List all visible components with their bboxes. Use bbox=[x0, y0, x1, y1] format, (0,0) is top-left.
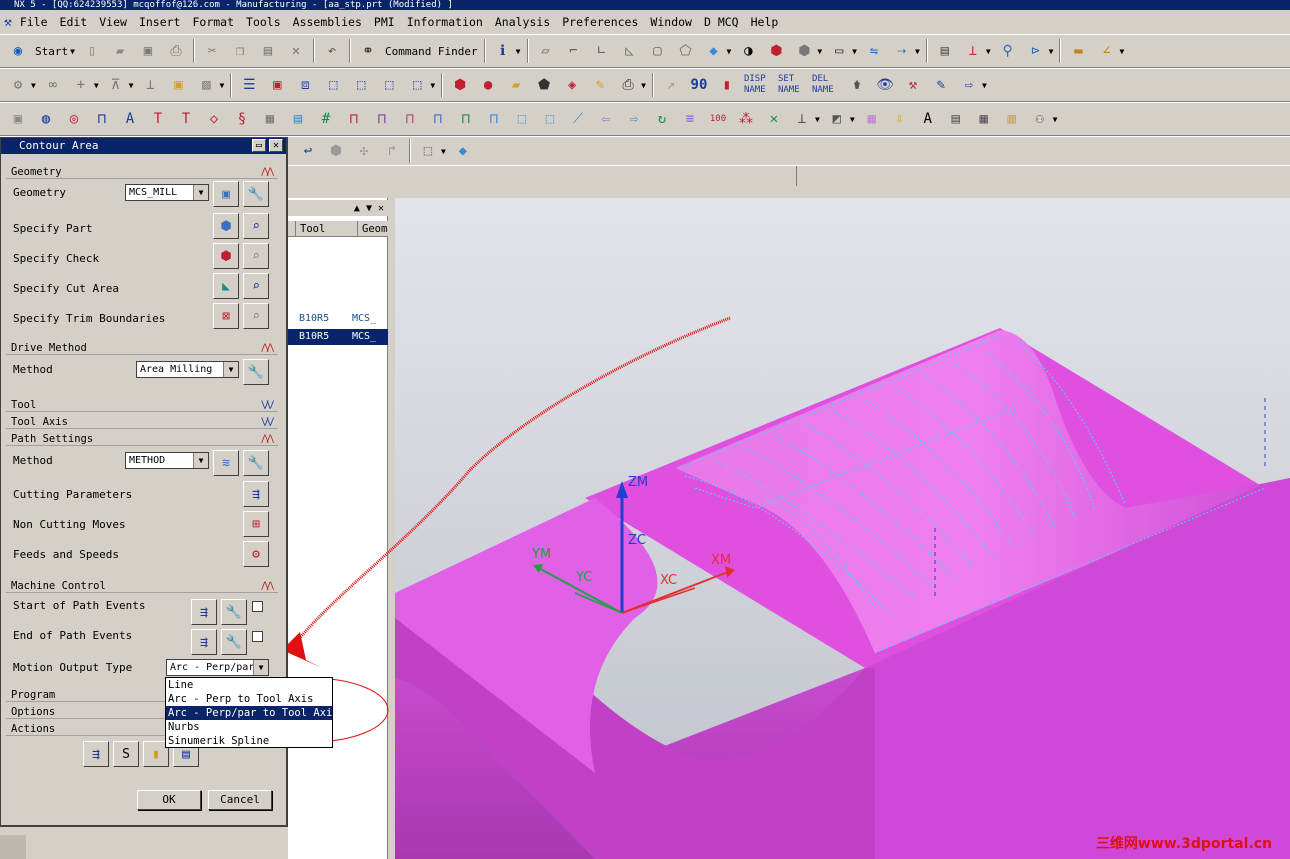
section-geometry[interactable]: Geometry ⋀⋀ bbox=[6, 165, 278, 179]
specify-cut-area-label: Specify Cut Area bbox=[13, 282, 119, 295]
specify-check-label: Specify Check bbox=[13, 252, 100, 265]
wrench-icon[interactable]: 🔧 bbox=[243, 181, 269, 207]
ok-button[interactable]: OK bbox=[137, 790, 201, 810]
wrench-icon[interactable]: 🔧 bbox=[243, 359, 269, 385]
dialog-titlebar: Contour Area ▭ ✕ bbox=[1, 138, 286, 154]
cutting-parameters-button[interactable]: ⇶ bbox=[243, 481, 269, 507]
section-drive-label: Drive Method bbox=[11, 342, 87, 354]
motion-output-label: Motion Output Type bbox=[13, 661, 133, 674]
option-sinumerik[interactable]: Sinumerik Spline bbox=[166, 734, 332, 748]
start-events-label: Start of Path Events bbox=[13, 599, 146, 612]
new-method-button[interactable]: ≋ bbox=[213, 450, 239, 476]
chevron-down-icon[interactable]: ▼ bbox=[223, 362, 238, 377]
dialog-footer bbox=[0, 827, 288, 859]
drive-method-label: Method bbox=[13, 363, 53, 376]
generate-button[interactable]: ⇶ bbox=[83, 741, 109, 767]
start-events-checkbox[interactable] bbox=[252, 601, 263, 612]
non-cutting-moves-label: Non Cutting Moves bbox=[13, 518, 126, 531]
flashlight-icon[interactable]: ⌕ bbox=[243, 303, 269, 329]
drive-method-select[interactable]: Area Milling ▼ bbox=[136, 361, 239, 378]
non-cutting-moves-button[interactable]: ⊞ bbox=[243, 511, 269, 537]
option-line[interactable]: Line bbox=[166, 678, 332, 692]
feeds-speeds-label: Feeds and Speeds bbox=[13, 548, 119, 561]
option-arc-perp-par[interactable]: Arc - Perp/par to Tool Axis bbox=[166, 706, 339, 720]
cutting-parameters-label: Cutting Parameters bbox=[13, 488, 133, 501]
chevron-down-icon[interactable]: ▼ bbox=[193, 453, 208, 468]
section-path-settings[interactable]: Path Settings ⋀⋀ bbox=[6, 432, 278, 446]
path-method-label: Method bbox=[13, 454, 53, 467]
section-drive-method[interactable]: Drive Method ⋀⋀ bbox=[6, 341, 278, 355]
section-tool-label: Tool bbox=[11, 399, 37, 411]
tabs-icon[interactable] bbox=[0, 835, 26, 859]
expand-icon[interactable]: ⋁⋁ bbox=[261, 398, 274, 412]
minimize-button[interactable]: ▭ bbox=[252, 139, 266, 152]
section-program-label: Program bbox=[11, 689, 56, 701]
section-tool-axis-label: Tool Axis bbox=[11, 416, 68, 428]
end-events-checkbox[interactable] bbox=[252, 631, 263, 642]
specify-cut-area-button[interactable]: ◣ bbox=[213, 273, 239, 299]
section-machine-control[interactable]: Machine Control ⋀⋀ bbox=[6, 579, 278, 593]
motion-output-dropdown[interactable]: Line Arc - Perp to Tool Axis Arc - Perp/… bbox=[165, 677, 339, 748]
geometry-label: Geometry bbox=[13, 186, 66, 199]
wrench-icon[interactable]: 🔧 bbox=[221, 599, 247, 625]
section-geometry-label: Geometry bbox=[11, 166, 62, 178]
section-machine-label: Machine Control bbox=[11, 580, 106, 592]
feeds-speeds-button[interactable]: ⚙ bbox=[243, 541, 269, 567]
collapse-icon[interactable]: ⋀⋀ bbox=[261, 579, 274, 593]
specify-part-button[interactable]: ⬢ bbox=[213, 213, 239, 239]
flashlight-icon[interactable]: ⌕ bbox=[243, 273, 269, 299]
replay-button[interactable]: S bbox=[113, 741, 139, 767]
option-nurbs[interactable]: Nurbs bbox=[166, 720, 332, 734]
section-path-label: Path Settings bbox=[11, 433, 94, 445]
specify-trim-button[interactable]: ⊠ bbox=[213, 303, 239, 329]
collapse-icon[interactable]: ⋀⋀ bbox=[261, 432, 274, 446]
drive-method-value: Area Milling bbox=[140, 364, 213, 375]
wrench-icon[interactable]: 🔧 bbox=[243, 450, 269, 476]
watermark: 三维网www.3dportal.cn bbox=[1095, 836, 1272, 852]
wrench-icon[interactable]: 🔧 bbox=[221, 629, 247, 655]
specify-trim-label: Specify Trim Boundaries bbox=[13, 312, 166, 325]
geometry-select[interactable]: MCS_MILL ▼ bbox=[125, 184, 209, 201]
flashlight-icon[interactable]: ⌕ bbox=[243, 213, 269, 239]
new-geometry-button[interactable]: ▣ bbox=[213, 181, 239, 207]
section-tool-axis[interactable]: Tool Axis ⋁⋁ bbox=[6, 415, 278, 429]
chevron-down-icon[interactable]: ▼ bbox=[253, 660, 268, 675]
specify-check-button[interactable]: ⬢ bbox=[213, 243, 239, 269]
motion-output-select[interactable]: Arc - Perp/par ▼ bbox=[166, 659, 269, 676]
close-button[interactable]: ✕ bbox=[269, 139, 283, 152]
flashlight-icon[interactable]: ⌕ bbox=[243, 243, 269, 269]
end-events-button[interactable]: ⇶ bbox=[191, 629, 217, 655]
path-method-select[interactable]: METHOD ▼ bbox=[125, 452, 209, 469]
path-method-value: METHOD bbox=[129, 455, 166, 466]
motion-output-value: Arc - Perp/par bbox=[170, 662, 255, 673]
collapse-icon[interactable]: ⋀⋀ bbox=[261, 341, 274, 355]
collapse-icon[interactable]: ⋀⋀ bbox=[261, 165, 274, 179]
option-arc-perp[interactable]: Arc - Perp to Tool Axis bbox=[166, 692, 332, 706]
start-events-button[interactable]: ⇶ bbox=[191, 599, 217, 625]
section-tool[interactable]: Tool ⋁⋁ bbox=[6, 398, 278, 412]
section-options-label: Options bbox=[11, 706, 56, 718]
chevron-down-icon[interactable]: ▼ bbox=[193, 185, 208, 200]
geometry-select-value: MCS_MILL bbox=[129, 187, 178, 198]
end-events-label: End of Path Events bbox=[13, 629, 133, 642]
cancel-button[interactable]: Cancel bbox=[208, 790, 272, 810]
specify-part-label: Specify Part bbox=[13, 222, 93, 235]
section-actions-label: Actions bbox=[11, 723, 56, 735]
expand-icon[interactable]: ⋁⋁ bbox=[261, 415, 274, 429]
dialog-title: Contour Area bbox=[19, 139, 99, 152]
